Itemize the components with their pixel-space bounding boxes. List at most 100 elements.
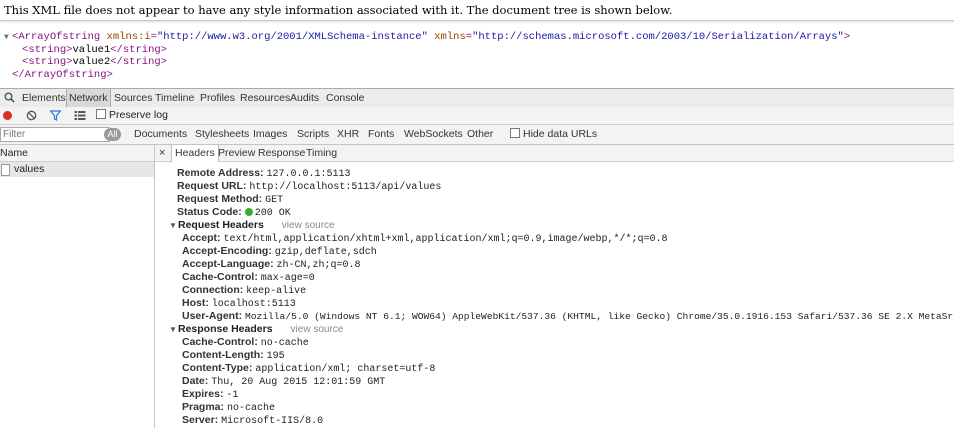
xml-open-line: ▼ <ArrayOfstring xmlns:i="http://www.w3.o… (4, 31, 851, 44)
header-value: localhost:5113 (211, 299, 296, 310)
header-name: Accept-Language: (182, 258, 274, 270)
hide-data-urls-label: Hide data URLs (523, 128, 598, 140)
preserve-log-label: Preserve log (109, 109, 168, 121)
view-source-link[interactable]: view source (291, 324, 344, 335)
filter-other[interactable]: Other (467, 125, 493, 144)
header-name: Date: (182, 375, 209, 387)
header-row: Accept: text/html,application/xhtml+xml,… (182, 232, 668, 245)
general-row: Remote Address: 127.0.0.1:5113 (177, 167, 351, 180)
name-column-header[interactable]: Name (0, 145, 154, 162)
tab-console[interactable]: Console (326, 89, 365, 107)
tab-resources[interactable]: Resources (240, 89, 290, 107)
checkbox-icon[interactable] (96, 109, 106, 119)
tab-network[interactable]: Network (66, 89, 111, 107)
header-name: Cache-Control: (182, 271, 258, 283)
request-headers-section[interactable]: ▼Request Headers view source (169, 219, 335, 232)
hide-data-urls-toggle[interactable]: Hide data URLs (510, 125, 597, 144)
header-value: no-cache (226, 403, 275, 414)
xml-child-value: value2 (72, 56, 111, 69)
filter-websockets[interactable]: WebSockets (404, 125, 463, 144)
request-name: values (14, 163, 45, 175)
filter-scripts[interactable]: Scripts (297, 125, 329, 144)
expand-triangle-icon[interactable]: ▼ (169, 323, 178, 336)
filter-fonts[interactable]: Fonts (368, 125, 394, 144)
xml-attr-value: "http://schemas.microsoft.com/2003/10/Se… (472, 31, 844, 43)
header-value: Thu, 20 Aug 2015 12:01:59 GMT (211, 377, 386, 388)
xml-child-tag: string (122, 56, 161, 69)
header-value: gzip,deflate,sdch (274, 247, 377, 258)
header-name: Content-Length: (182, 349, 264, 361)
xml-child-tag: string (122, 44, 161, 57)
header-value: max-age=0 (260, 273, 315, 284)
header-name: User-Agent: (182, 310, 243, 322)
xml-viewer: This XML file does not appear to have an… (0, 0, 954, 88)
network-controls: Preserve log (0, 107, 954, 125)
collapse-triangle-icon[interactable]: ▼ (4, 32, 12, 44)
list-view-icon[interactable] (74, 110, 86, 124)
header-row: Cache-Control: max-age=0 (182, 271, 315, 284)
checkbox-icon[interactable] (510, 128, 520, 138)
tab-timeline[interactable]: Timeline (155, 89, 194, 107)
general-row: Request URL: http://localhost:5113/api/v… (177, 180, 441, 193)
xml-child-line: <string>value1</string> (22, 44, 167, 57)
tab-response[interactable]: Response (258, 145, 305, 161)
header-value: zh-CN,zh;q=0.8 (276, 260, 361, 271)
header-name: Remote Address: (177, 167, 264, 179)
header-row: Host: localhost:5113 (182, 297, 296, 310)
tab-headers[interactable]: Headers (171, 145, 219, 162)
response-headers-section[interactable]: ▼Response Headers view source (169, 323, 343, 336)
clear-icon[interactable] (26, 110, 37, 124)
tab-sources[interactable]: Sources (114, 89, 153, 107)
preserve-log-toggle[interactable]: Preserve log (96, 109, 168, 122)
header-name: Cache-Control: (182, 336, 258, 348)
header-name: Host: (182, 297, 209, 309)
close-icon[interactable]: × (159, 145, 165, 161)
filter-images[interactable]: Images (253, 125, 287, 144)
view-source-link[interactable]: view source (282, 220, 335, 231)
section-title: Response Headers (178, 323, 273, 335)
header-value: Microsoft-IIS/8.0 (221, 416, 324, 427)
tab-preview[interactable]: Preview (218, 145, 255, 161)
header-value: Mozilla/5.0 (Windows NT 6.1; WOW64) Appl… (245, 311, 954, 322)
xml-child-value: value1 (72, 44, 111, 57)
header-name: Accept-Encoding: (182, 245, 272, 257)
header-value: http://localhost:5113/api/values (249, 182, 442, 193)
tab-profiles[interactable]: Profiles (200, 89, 235, 107)
headers-content: Remote Address: 127.0.0.1:5113 Request U… (155, 162, 954, 428)
header-row: Pragma: no-cache (182, 401, 275, 414)
xml-close-line: </ArrayOfstring> (12, 68, 113, 81)
section-title: Request Headers (178, 219, 264, 231)
header-row: Connection: keep-alive (182, 284, 306, 297)
filter-stylesheets[interactable]: Stylesheets (195, 125, 249, 144)
header-name: Connection: (182, 284, 244, 296)
header-name: Accept: (182, 232, 221, 244)
header-name: Server: (182, 414, 219, 426)
header-row: Server: Microsoft-IIS/8.0 (182, 414, 323, 427)
filter-xhr[interactable]: XHR (337, 125, 359, 144)
status-code-value: 200 OK (254, 208, 291, 219)
header-row: Content-Type: application/xml; charset=u… (182, 362, 435, 375)
filter-icon[interactable] (49, 110, 62, 124)
header-value: 127.0.0.1:5113 (266, 169, 351, 180)
filter-all-button[interactable]: All (104, 128, 121, 141)
detail-tabs: × Headers Preview Response Timing (155, 145, 954, 162)
search-icon[interactable] (4, 89, 15, 107)
xml-child-tag: string (28, 44, 67, 57)
tab-audits[interactable]: Audits (290, 89, 319, 107)
tab-elements[interactable]: Elements (22, 89, 66, 107)
xml-root-tag: ArrayOfstring (18, 31, 101, 43)
filter-input[interactable] (0, 127, 110, 142)
tab-timing[interactable]: Timing (306, 145, 337, 161)
header-row: Cache-Control: no-cache (182, 336, 309, 349)
record-icon[interactable] (3, 111, 12, 120)
filter-bar: All Documents Stylesheets Images Scripts… (0, 125, 954, 145)
request-row[interactable]: values (0, 162, 154, 177)
header-value: application/xml; charset=utf-8 (255, 364, 436, 375)
header-name: Pragma: (182, 401, 225, 413)
panel-toolbar: Elements Network Sources Timeline Profil… (0, 88, 954, 108)
file-icon (1, 164, 10, 176)
header-name: Content-Type: (182, 362, 253, 374)
filter-documents[interactable]: Documents (134, 125, 187, 144)
expand-triangle-icon[interactable]: ▼ (169, 219, 178, 232)
xml-tree: ▼ <ArrayOfstring xmlns:i="http://www.w3.o… (4, 31, 850, 81)
